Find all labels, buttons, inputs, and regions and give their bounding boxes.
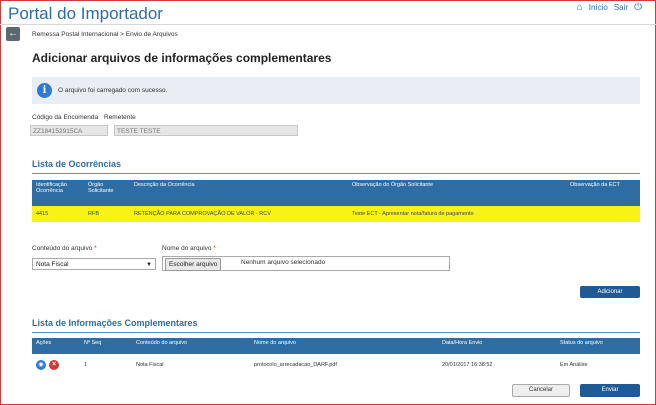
no-file-text: Nenhum arquivo selecionado <box>241 259 326 266</box>
occurrences-section-title: Lista de Ocorrências <box>32 159 122 169</box>
content-select-value: Nota Fiscal <box>36 261 69 268</box>
complementary-table: Ações Nº Seq Conteúdo do arquivo Nome do… <box>32 338 640 376</box>
row-status: Em Análise <box>560 362 588 368</box>
occurrence-description: RETENÇÃO PARA COMPROVAÇÃO DE VALOR - RCV <box>130 206 348 222</box>
page-title: Adicionar arquivos de informações comple… <box>32 51 332 65</box>
shipment-code-field: ZZ184152915CA <box>30 125 108 136</box>
delete-icon[interactable]: × <box>49 360 59 370</box>
breadcrumb: Remessa Postal Internacional > Envio de … <box>32 31 178 38</box>
filename-label: Nome do arquivo * <box>162 245 216 252</box>
back-arrow-icon[interactable]: ← <box>6 27 20 41</box>
col-status: Status do arquivo <box>556 338 640 354</box>
col-occurrence-id: Identificação Ocorrência <box>32 180 84 206</box>
col-occurrence-description: Descrição da Ocorrência <box>130 180 348 206</box>
col-content: Conteúdo do arquivo <box>132 338 250 354</box>
col-requesting-org: Órgão Solicitante <box>84 180 130 206</box>
col-filename: Nome do arquivo <box>250 338 438 354</box>
col-org-note: Observação do Órgão Solicitante <box>348 180 566 206</box>
view-icon[interactable]: ◉ <box>36 360 46 370</box>
row-filename: protocolo_arrecadacao_DARF.pdf <box>254 362 337 368</box>
occurrence-ect-note <box>566 206 640 222</box>
content-select[interactable]: Nota Fiscal ▼ <box>32 258 156 270</box>
col-datetime: Data/Hora Envio <box>438 338 556 354</box>
shipment-code-label: Código da Encomenda <box>32 114 99 121</box>
send-button[interactable]: Enviar <box>580 384 640 397</box>
complementary-section-title: Lista de Informações Complementares <box>32 318 198 328</box>
portal-title: Portal do Importador <box>8 4 163 23</box>
row-content: Nota Fiscal <box>136 362 164 368</box>
occurrences-header-row: Identificação Ocorrência Órgão Solicitan… <box>32 180 640 206</box>
chevron-down-icon: ▼ <box>146 262 152 268</box>
top-links: ⌂ Início Sair ⏻ <box>577 2 642 13</box>
col-seq: Nº Seq <box>80 338 132 354</box>
alert-message: O arquivo foi carregado com sucesso. <box>58 87 168 94</box>
occurrence-org-note: Teste ECT - Apresentar nota/fatura de pa… <box>348 206 566 222</box>
row-datetime: 20/01/2017 16:38:52 <box>442 362 493 368</box>
row-actions: ◉ × <box>32 354 80 376</box>
row-seq: 1 <box>84 362 88 368</box>
sender-field: TESTE TESTE <box>114 125 298 136</box>
col-ect-note: Observação da ECT <box>566 180 640 206</box>
file-input[interactable]: Escolher arquivo Nenhum arquivo selecion… <box>162 256 450 271</box>
content-label-text: Conteúdo do arquivo <box>32 245 93 252</box>
occurrences-section-divider <box>32 173 640 174</box>
logout-link[interactable]: Sair <box>614 3 628 12</box>
table-row: ◉ × 1 Nota Fiscal protocolo_arrecadacao_D… <box>32 354 640 376</box>
home-link[interactable]: Início <box>589 3 608 12</box>
required-marker: * <box>94 245 97 252</box>
col-actions: Ações <box>32 338 80 354</box>
success-alert: i O arquivo foi carregado com sucesso. <box>32 77 640 104</box>
info-icon: i <box>37 83 52 98</box>
content-label: Conteúdo do arquivo * <box>32 245 97 252</box>
occurrence-id: 4415 <box>32 206 84 222</box>
filename-label-text: Nome do arquivo <box>162 245 212 252</box>
exit-icon[interactable]: ⏻ <box>634 2 642 13</box>
sender-label: Remetente <box>104 114 136 121</box>
occurrences-table: Identificação Ocorrência Órgão Solicitan… <box>32 180 640 222</box>
add-button[interactable]: Adicionar <box>580 286 640 298</box>
required-marker: * <box>213 245 216 252</box>
home-icon[interactable]: ⌂ <box>577 2 583 13</box>
table-row[interactable]: 4415 RFB RETENÇÃO PARA COMPROVAÇÃO DE VA… <box>32 206 640 222</box>
occurrence-org: RFB <box>84 206 130 222</box>
header-divider <box>0 24 656 25</box>
cancel-button[interactable]: Cancelar <box>512 384 570 397</box>
complementary-section-divider <box>32 332 640 333</box>
complementary-header-row: Ações Nº Seq Conteúdo do arquivo Nome do… <box>32 338 640 354</box>
choose-file-button[interactable]: Escolher arquivo <box>165 258 222 271</box>
